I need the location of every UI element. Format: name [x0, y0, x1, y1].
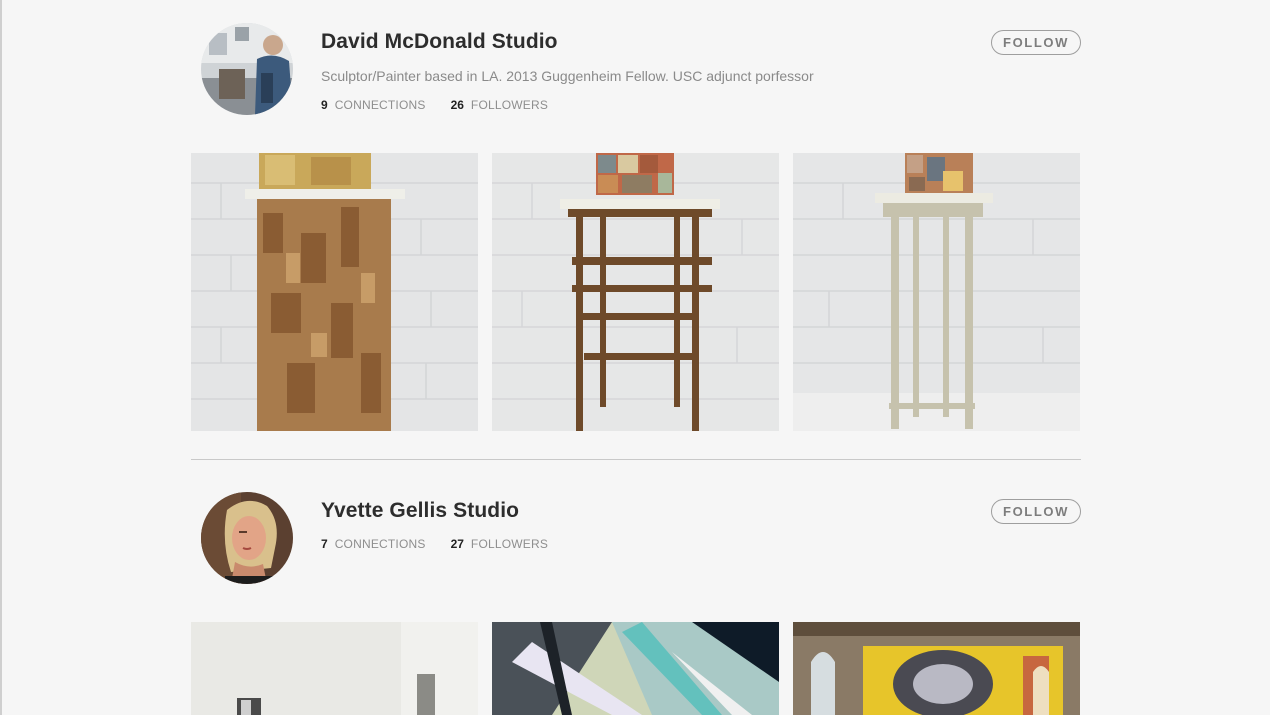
artwork-thumbnail[interactable]: [492, 153, 779, 431]
connections-label: CONNECTIONS: [334, 537, 426, 551]
profile-stats: 9 CONNECTIONS 26 FOLLOWERS: [321, 98, 548, 112]
followers-stat[interactable]: 26 FOLLOWERS: [451, 98, 549, 112]
window-edge: [0, 0, 2, 715]
follow-button[interactable]: FOLLOW: [991, 30, 1081, 55]
studio-name[interactable]: Yvette Gellis Studio: [321, 499, 519, 523]
artwork-thumbnail[interactable]: [191, 153, 478, 431]
artwork-thumbnail[interactable]: [191, 622, 478, 715]
connections-count: 9: [321, 98, 328, 112]
follow-button[interactable]: FOLLOW: [991, 499, 1081, 524]
artwork-thumbnail[interactable]: [793, 153, 1080, 431]
artwork-thumbnail[interactable]: [793, 622, 1080, 715]
followers-label: FOLLOWERS: [470, 98, 549, 112]
artwork-thumbnail[interactable]: [492, 622, 779, 715]
studio-name[interactable]: David McDonald Studio: [321, 30, 558, 54]
profile-divider: [191, 459, 1081, 460]
followers-count: 27: [450, 537, 464, 551]
followers-label: FOLLOWERS: [470, 537, 549, 551]
profile-stats: 7 CONNECTIONS 27 FOLLOWERS: [321, 537, 548, 551]
followers-count: 26: [450, 98, 464, 112]
studio-bio: Sculptor/Painter based in LA. 2013 Gugge…: [321, 68, 814, 84]
avatar[interactable]: [201, 492, 293, 584]
artwork-gallery: [191, 153, 1081, 431]
followers-stat[interactable]: 27 FOLLOWERS: [451, 537, 549, 551]
artwork-gallery: [191, 622, 1081, 715]
connections-label: CONNECTIONS: [334, 98, 426, 112]
connections-stat[interactable]: 9 CONNECTIONS: [321, 98, 426, 112]
connections-stat[interactable]: 7 CONNECTIONS: [321, 537, 426, 551]
connections-count: 7: [321, 537, 328, 551]
avatar[interactable]: [201, 23, 293, 115]
